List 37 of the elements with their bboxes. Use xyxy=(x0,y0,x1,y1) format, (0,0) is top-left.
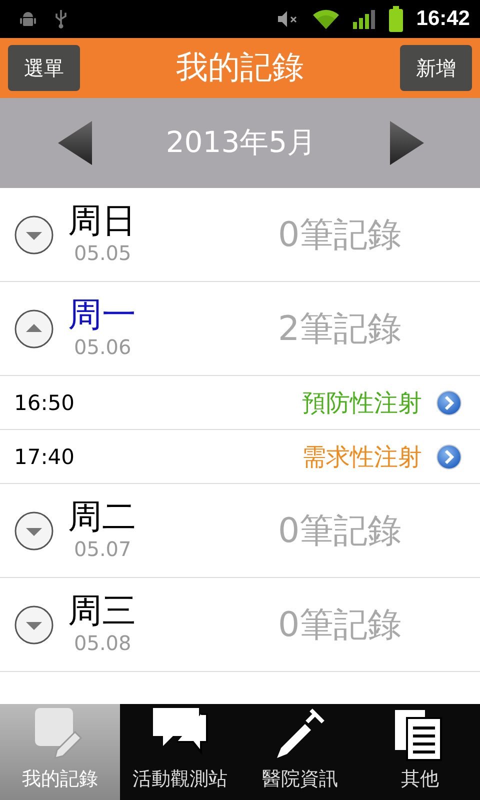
day-date: 05.05 xyxy=(74,240,132,264)
screen-title: 我的記錄 xyxy=(176,47,304,88)
day-row[interactable]: 周二 05.07 0筆記錄 xyxy=(0,484,480,578)
record-time: 17:40 xyxy=(14,444,76,468)
day-row[interactable]: 周三 05.08 0筆記錄 xyxy=(0,578,480,672)
day-date: 05.07 xyxy=(74,536,132,560)
day-date: 05.08 xyxy=(74,630,132,654)
day-name: 周二 xyxy=(68,496,136,536)
record-count: 0筆記錄 xyxy=(278,214,402,256)
day-date: 05.06 xyxy=(74,334,132,358)
record-count: 0筆記錄 xyxy=(278,604,402,646)
month-label: 2013年5月 xyxy=(166,124,316,161)
wifi-icon xyxy=(312,8,340,30)
clock-time: 16:42 xyxy=(416,7,470,31)
signal-icon xyxy=(352,8,376,30)
next-month-button[interactable] xyxy=(390,121,424,165)
record-count: 0筆記錄 xyxy=(278,510,402,552)
previous-month-button[interactable] xyxy=(58,121,92,165)
chevron-right-icon xyxy=(436,390,462,416)
left-arrow-icon xyxy=(58,121,92,165)
record-type: 需求性注射 xyxy=(302,442,422,472)
day-name: 周日 xyxy=(68,200,136,240)
day-name: 周三 xyxy=(68,590,136,630)
record-count: 2筆記錄 xyxy=(278,308,402,350)
right-arrow-icon xyxy=(390,121,424,165)
add-button[interactable]: 新增 xyxy=(400,45,472,91)
battery-icon xyxy=(388,6,404,32)
record-type: 預防性注射 xyxy=(302,388,422,418)
android-icon xyxy=(18,9,38,29)
menu-button[interactable]: 選單 xyxy=(8,45,80,91)
day-name: 周一 xyxy=(68,294,136,334)
day-row[interactable]: 周一 05.06 2筆記錄 xyxy=(0,282,480,376)
record-time: 16:50 xyxy=(14,390,76,414)
chevron-right-icon xyxy=(436,444,462,470)
record-row[interactable]: 16:50 預防性注射 xyxy=(0,376,480,430)
record-row[interactable]: 17:40 需求性注射 xyxy=(0,430,480,484)
day-row[interactable]: 周日 05.05 0筆記錄 xyxy=(0,188,480,282)
